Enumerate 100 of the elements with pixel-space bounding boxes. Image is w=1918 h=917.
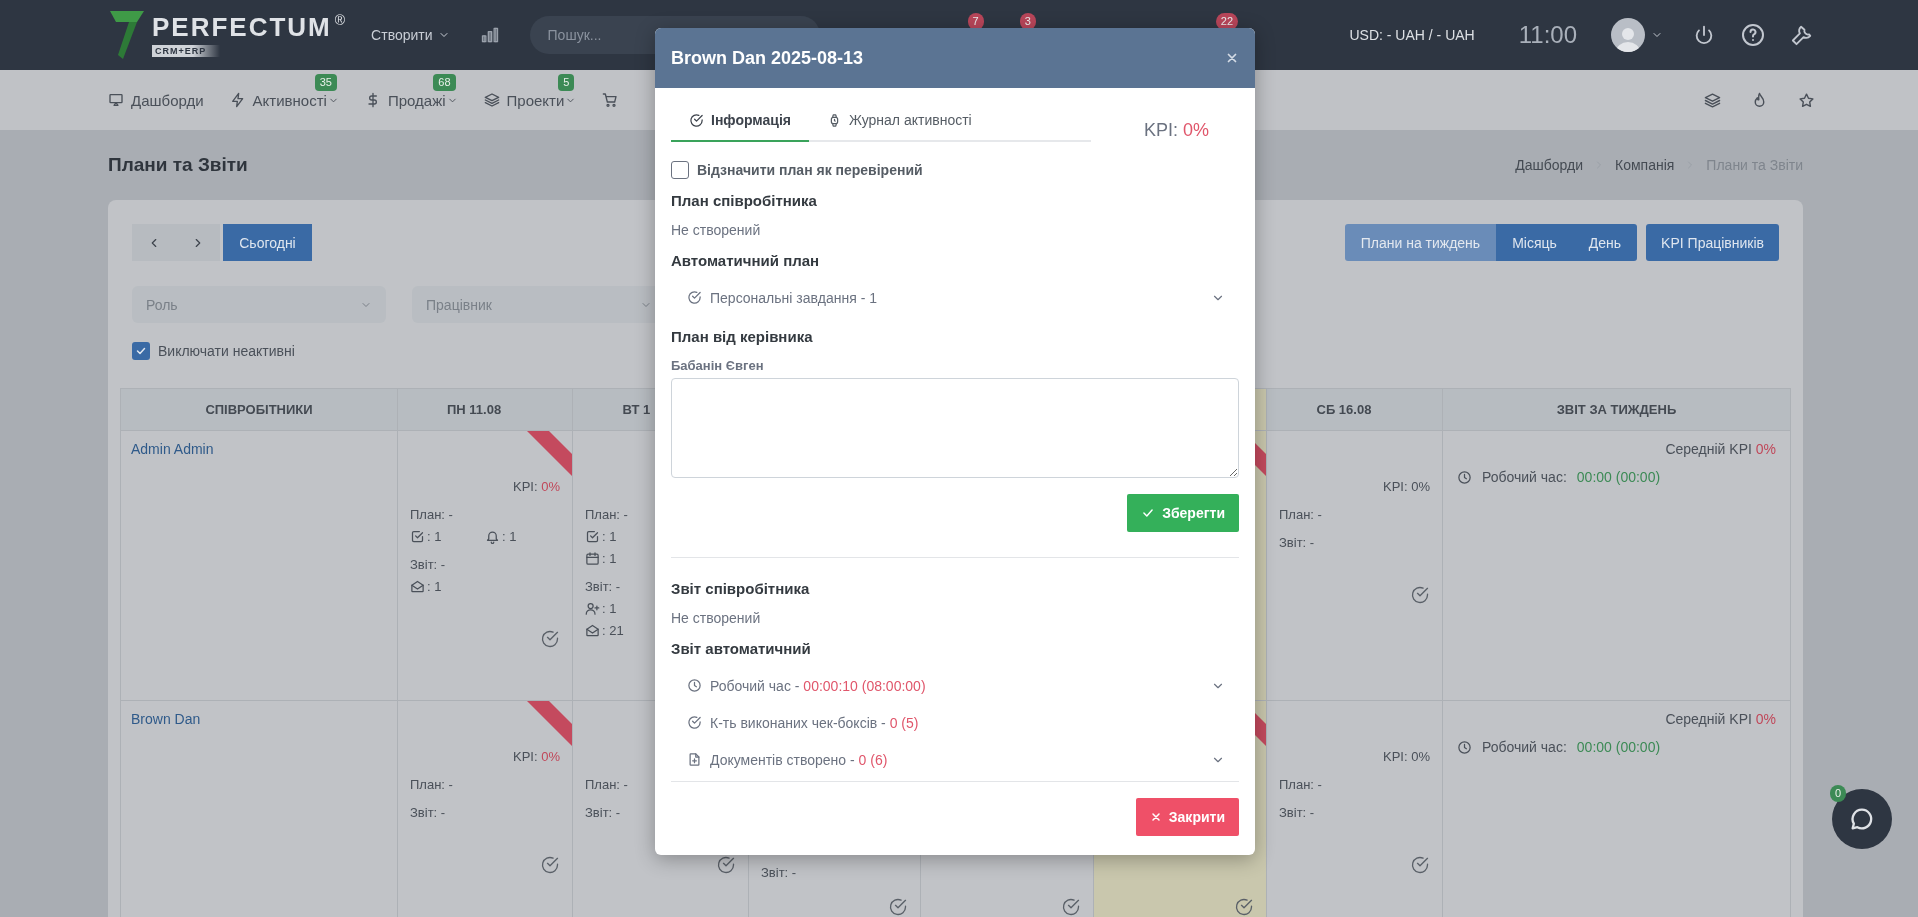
count-badge: 35 [314, 73, 337, 91]
report-label: Звіт: - [1279, 805, 1315, 820]
check-circle-icon [687, 290, 702, 305]
user-plus-icon [585, 600, 600, 616]
checkmark-icon [135, 345, 147, 357]
section-heading: План від керівника [671, 327, 814, 347]
accordion-row[interactable]: Документів створено - 0 (6) [671, 741, 1239, 778]
monitor-icon [108, 92, 124, 108]
breadcrumb-link[interactable]: Компанія [1615, 157, 1675, 173]
column-header: ЗВІТ ЗА ТИЖДЕНЬ [1443, 389, 1791, 431]
accordion-row[interactable]: Робочий час - 00:00:10 (08:00:00) [671, 667, 1239, 704]
clock-icon [1457, 739, 1472, 755]
check-circle-icon [689, 112, 704, 128]
average-kpi: Середній KPI 0% [1665, 441, 1776, 457]
check-circle-icon [540, 855, 560, 875]
view-tab[interactable]: Плани на тиждень [1344, 224, 1497, 261]
checkmark-icon [1141, 506, 1156, 520]
layers-icon [483, 92, 500, 108]
status-text: Не створений [671, 609, 762, 628]
check-circle-icon [888, 897, 908, 917]
help-icon [1741, 23, 1765, 47]
checkbox-icon [585, 528, 600, 544]
check-circle-icon [1061, 897, 1081, 917]
kpi-button[interactable]: KPI Працівників [1646, 224, 1779, 261]
registered-mark: ® [334, 13, 346, 27]
nav-link[interactable]: Продажі [364, 91, 458, 109]
accordion-row[interactable]: Персональні завдання - 1 [671, 279, 1239, 316]
report-label: Звіт: - [761, 865, 797, 880]
bell-icon [485, 528, 500, 544]
column-header: СПІВРОБІТНИКИ [121, 389, 398, 431]
kpi-value: KPI: 0% [513, 749, 560, 764]
nav-link[interactable]: Проекти [483, 91, 577, 109]
section-heading: Звіт співробітника [671, 579, 811, 599]
tab[interactable]: Інформація [671, 100, 809, 142]
chat-button[interactable] [1832, 789, 1892, 849]
checkbox[interactable] [671, 161, 689, 179]
nav-link[interactable]: Дашборди [108, 91, 204, 109]
clock-time: 11:00 [1518, 21, 1577, 49]
summary-row: К-ть виконаних чек-боксів - 0 (5) [671, 704, 1239, 741]
view-tab[interactable]: Місяць [1496, 224, 1573, 261]
plan-label: План: - [1279, 507, 1322, 522]
hours-value: 00:00 (00:00) [1576, 739, 1661, 755]
section-heading: Автоматичний план [671, 251, 821, 271]
employee-link[interactable]: Admin Admin [131, 441, 214, 457]
report-label: Звіт: - [410, 805, 446, 820]
report-label: Звіт: - [1279, 535, 1315, 550]
logo-icon [110, 11, 144, 59]
column-header: СБ 16.08 [1267, 389, 1443, 431]
plan-label: План: - [1279, 777, 1322, 792]
report-label: Звіт: - [585, 579, 621, 594]
breadcrumb-link[interactable]: Дашборди [1515, 157, 1583, 173]
checkbox-label: Виключати неактивні [158, 343, 295, 359]
check-circle-icon [687, 715, 702, 730]
hours-label: Робочий час: [1482, 739, 1567, 755]
page-title: Плани та Звіти [108, 154, 248, 176]
view-tab[interactable]: День [1572, 224, 1638, 261]
check-circle-icon [540, 629, 560, 649]
check-circle-icon [1410, 855, 1430, 875]
close-icon [1225, 51, 1239, 65]
avatar[interactable] [1611, 18, 1645, 52]
nav-link[interactable] [602, 92, 619, 108]
nav-link[interactable]: Активності [229, 91, 339, 109]
status-text: Не створений [671, 221, 762, 240]
close-button[interactable]: Закрити [1135, 798, 1239, 836]
count-item: : 1 [410, 578, 485, 594]
checkbox-icon [410, 528, 425, 544]
logo-tagline: CRM+ERP [152, 45, 221, 57]
layers-icon [1704, 91, 1721, 109]
kpi-value: KPI: 0% [1383, 749, 1430, 764]
plan-label: План: - [585, 507, 628, 522]
calendar-icon [585, 550, 600, 566]
tab[interactable]: Журнал активності [808, 100, 990, 142]
author-label: Бабанін Євген [671, 357, 765, 375]
report-label: Звіт: - [585, 805, 621, 820]
check-circle-icon [1410, 585, 1430, 605]
wrench-icon [1791, 24, 1813, 46]
clock-icon [1457, 469, 1472, 485]
count-badge: 5 [558, 73, 575, 91]
today-button[interactable]: Сьогодні [223, 224, 312, 261]
kpi-value: KPI: 0% [1143, 119, 1209, 141]
plan-label: План: - [585, 777, 628, 792]
count-item: : 1 [485, 528, 560, 544]
currency-rate: USD: - UAH / - UAH [1349, 27, 1475, 43]
checkbox[interactable] [132, 342, 150, 360]
modal-title: Brown Dan 2025-08-13 [671, 47, 864, 69]
checkbox-label: Відзначити план як перевірений [697, 162, 923, 178]
power-icon [1693, 24, 1715, 46]
check-circle-icon [716, 855, 736, 875]
lightning-icon [229, 92, 246, 108]
hours-label: Робочий час: [1482, 469, 1567, 485]
section-heading: План співробітника [671, 191, 818, 211]
plan-label: План: - [410, 777, 453, 792]
section-heading: Звіт автоматичний [671, 639, 812, 659]
cart-icon [602, 92, 619, 108]
save-button[interactable]: Зберегти [1127, 494, 1239, 532]
employee-link[interactable]: Brown Dan [131, 711, 201, 727]
plan-label: План: - [410, 507, 453, 522]
envelope-icon [585, 622, 600, 638]
create-menu[interactable]: Створити [371, 27, 450, 43]
close-icon [1149, 811, 1162, 823]
